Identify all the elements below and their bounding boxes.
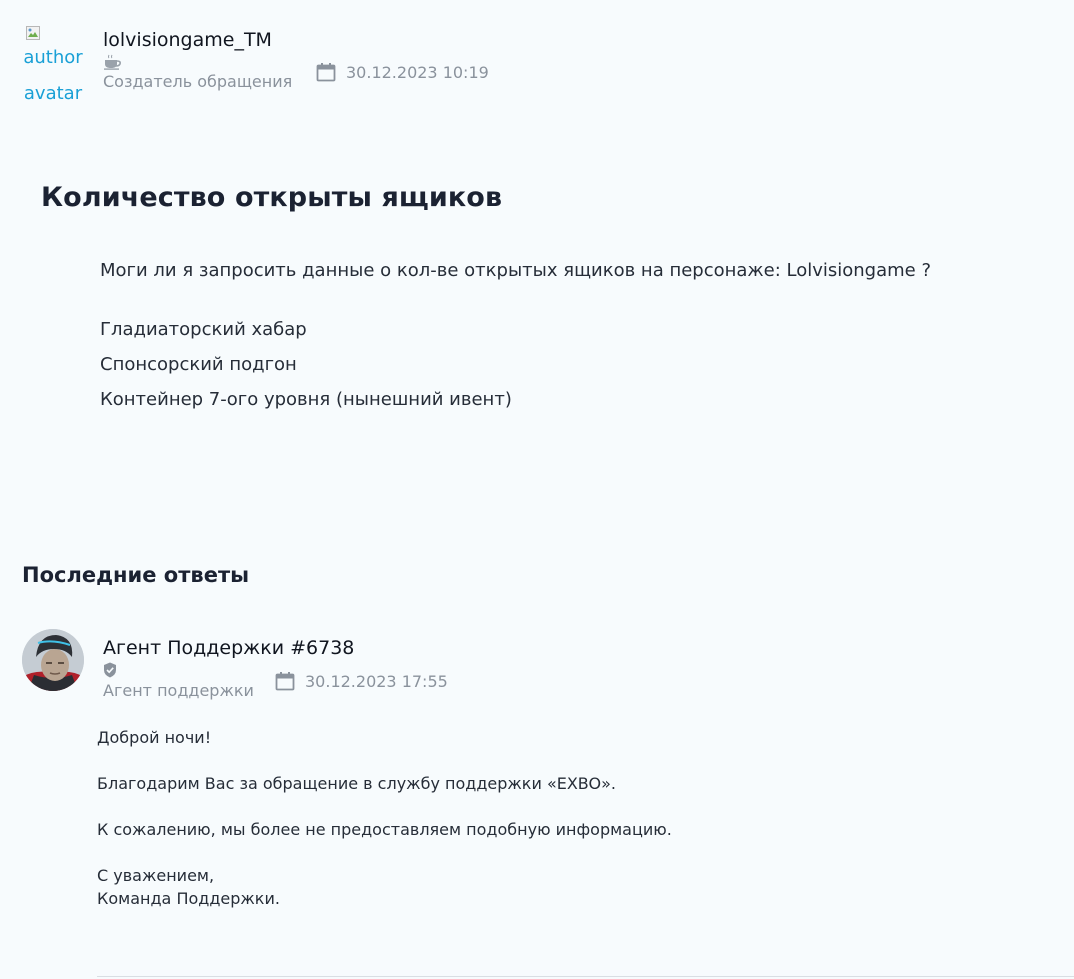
ticket-item: Гладиаторский хабар [100, 319, 307, 340]
ticket-item: Спонсорский подгон [100, 354, 297, 375]
author-avatar[interactable]: author avatar [22, 24, 84, 106]
ticket-title: Количество открыты ящиков [41, 182, 503, 213]
author-avatar-alt: author avatar [23, 47, 83, 104]
author-date: 30.12.2023 10:19 [316, 62, 489, 82]
broken-image-icon [26, 26, 40, 40]
reply-thanks: Благодарим Вас за обращение в службу под… [97, 774, 616, 793]
ticket-question: Моги ли я запросить данные о кол-ве откр… [100, 260, 932, 281]
calendar-icon [275, 672, 295, 691]
reply-message: Доброй ночи! Благодарим Вас за обращение… [97, 726, 997, 933]
coffee-cup-icon [104, 54, 121, 70]
shield-check-icon [104, 662, 116, 678]
reply-signoff-line-2: Команда Поддержки. [97, 889, 280, 908]
author-date-text: 30.12.2023 10:19 [346, 62, 489, 82]
calendar-icon [316, 63, 336, 82]
reply-signoff-line-1: С уважением, [97, 866, 215, 885]
agent-avatar-image [22, 629, 84, 691]
agent-name[interactable]: Агент Поддержки #6738 [103, 636, 403, 660]
reply-divider [97, 976, 1074, 977]
reply-body: К сожалению, мы более не предоставляем п… [97, 820, 672, 839]
ticket-body: Моги ли я запросить данные о кол-ве откр… [100, 258, 1040, 417]
agent-date-text: 30.12.2023 17:55 [305, 671, 448, 691]
replies-heading: Последние ответы [22, 563, 250, 587]
agent-avatar[interactable] [22, 629, 84, 691]
agent-date: 30.12.2023 17:55 [275, 671, 448, 691]
author-name[interactable]: lolvisiongame_TM [103, 28, 403, 52]
reply-signoff: С уважением, Команда Поддержки. [97, 864, 997, 910]
reply-greeting: Доброй ночи! [97, 728, 212, 747]
ticket-item: Контейнер 7-ого уровня (нынешний ивент) [100, 389, 512, 410]
